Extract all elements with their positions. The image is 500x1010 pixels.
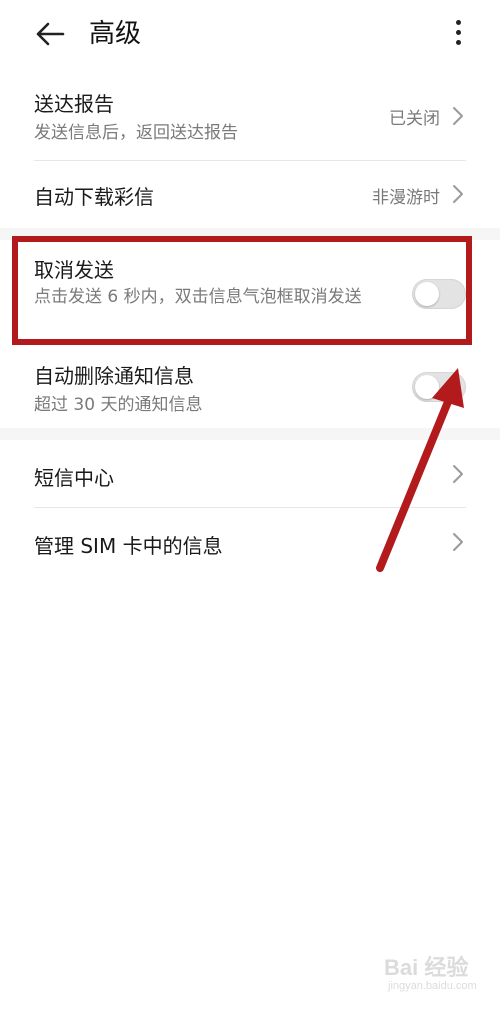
group-separator [0, 428, 500, 440]
toggle-knob [415, 375, 439, 399]
chevron-right-icon [453, 465, 463, 483]
setting-auto-delete-notifications[interactable]: 自动删除通知信息 超过 30 天的通知信息 [0, 350, 500, 430]
watermark-url: jingyan.baidu.com [388, 980, 477, 992]
app-bar: 高级 [0, 0, 500, 70]
setting-auto-download-mms[interactable]: 自动下载彩信 非漫游时 [0, 161, 500, 227]
toggle-knob [415, 282, 439, 306]
setting-title: 管理 SIM 卡中的信息 [34, 534, 223, 558]
cancel-send-toggle[interactable] [412, 279, 466, 309]
chevron-right-icon [453, 107, 463, 125]
watermark: Bai 经验 jingyan.baidu.com [384, 950, 494, 1002]
setting-sms-center[interactable]: 短信中心 [0, 440, 500, 506]
more-vertical-icon-dot [455, 39, 461, 45]
setting-value: 非漫游时 [372, 188, 440, 208]
setting-title: 取消发送 [34, 258, 114, 282]
auto-delete-toggle[interactable] [412, 372, 466, 402]
setting-delivery-report[interactable]: 送达报告 发送信息后，返回送达报告 已关闭 [0, 80, 500, 160]
group-separator [0, 228, 500, 240]
page-title: 高级 [89, 19, 142, 49]
setting-value: 已关闭 [389, 109, 440, 129]
watermark-brand: Bai 经验 [384, 955, 469, 980]
chevron-right-icon [453, 533, 463, 551]
more-options-button[interactable] [440, 12, 476, 52]
chevron-right-icon [453, 185, 463, 203]
setting-subtitle: 超过 30 天的通知信息 [34, 395, 203, 415]
setting-subtitle: 发送信息后，返回送达报告 [34, 123, 238, 143]
setting-subtitle: 点击发送 6 秒内，双击信息气泡框取消发送 [34, 287, 362, 307]
more-vertical-icon [455, 19, 461, 25]
setting-title: 自动下载彩信 [34, 185, 154, 209]
more-vertical-icon-dot [455, 29, 461, 35]
arrow-left-icon [36, 22, 65, 46]
setting-cancel-send[interactable]: 取消发送 点击发送 6 秒内，双击信息气泡框取消发送 [0, 240, 500, 344]
setting-title: 自动删除通知信息 [34, 364, 194, 388]
back-button[interactable] [30, 14, 70, 54]
setting-manage-sim-messages[interactable]: 管理 SIM 卡中的信息 [0, 508, 500, 574]
setting-title: 送达报告 [34, 92, 114, 116]
setting-title: 短信中心 [34, 466, 114, 490]
